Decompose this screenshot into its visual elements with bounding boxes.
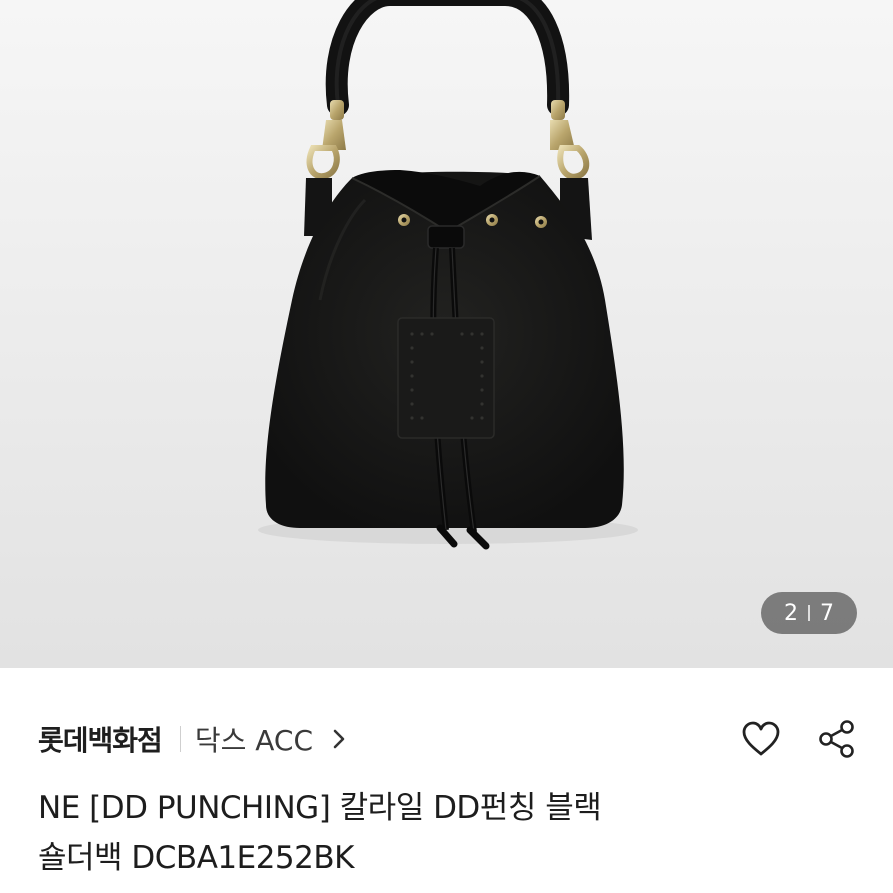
brand-link[interactable]: 닥스 ACC: [195, 719, 349, 759]
product-detail-page: 2 7 롯데백화점 닥스 ACC NE [DD PUNCHING] 칼라일 DD…: [0, 0, 893, 893]
counter-separator: [808, 605, 810, 621]
brand-link-label: 닥스 ACC: [194, 724, 313, 757]
like-button[interactable]: [740, 718, 782, 760]
product-image: [258, 0, 638, 550]
product-image-carousel[interactable]: 2 7: [0, 0, 893, 668]
chevron-right-icon: [333, 729, 345, 749]
heart-icon: [742, 721, 780, 756]
total-image-count: 7: [820, 600, 834, 626]
product-title-line-2: 숄더백 DCBA1E252BK: [38, 840, 354, 876]
current-image-index: 2: [784, 600, 798, 626]
product-title: NE [DD PUNCHING] 칼라일 DD펀칭 블랙 숄더백 DCBA1E2…: [38, 783, 858, 883]
product-actions: [740, 718, 858, 760]
product-title-line-1: NE [DD PUNCHING] 칼라일 DD펀칭 블랙: [38, 790, 602, 826]
seller-divider: [179, 726, 181, 752]
share-button[interactable]: [816, 718, 858, 760]
share-icon: [819, 720, 854, 758]
store-name[interactable]: 롯데백화점: [38, 719, 163, 759]
image-counter-badge: 2 7: [761, 592, 857, 634]
seller-row: 롯데백화점 닥스 ACC: [38, 712, 858, 766]
